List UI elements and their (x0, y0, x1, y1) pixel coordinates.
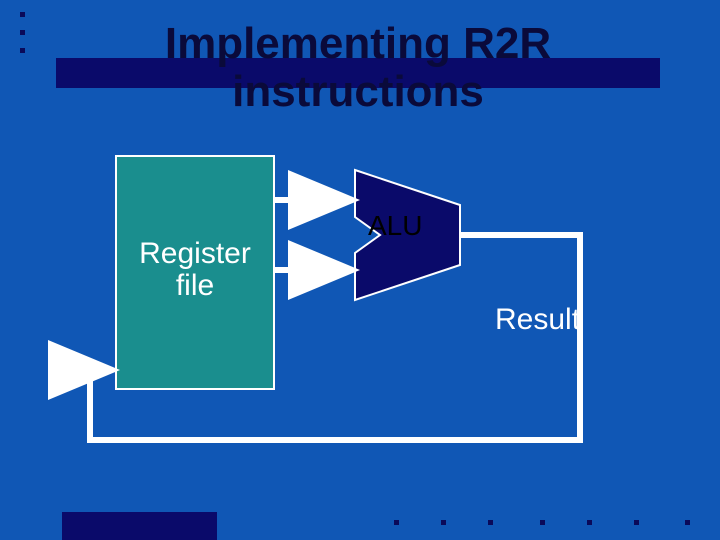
diagram-arrows (0, 0, 720, 540)
slide-bottom-dots (352, 512, 690, 530)
slide-footer-rect (62, 512, 217, 540)
result-label: Result (495, 303, 580, 337)
